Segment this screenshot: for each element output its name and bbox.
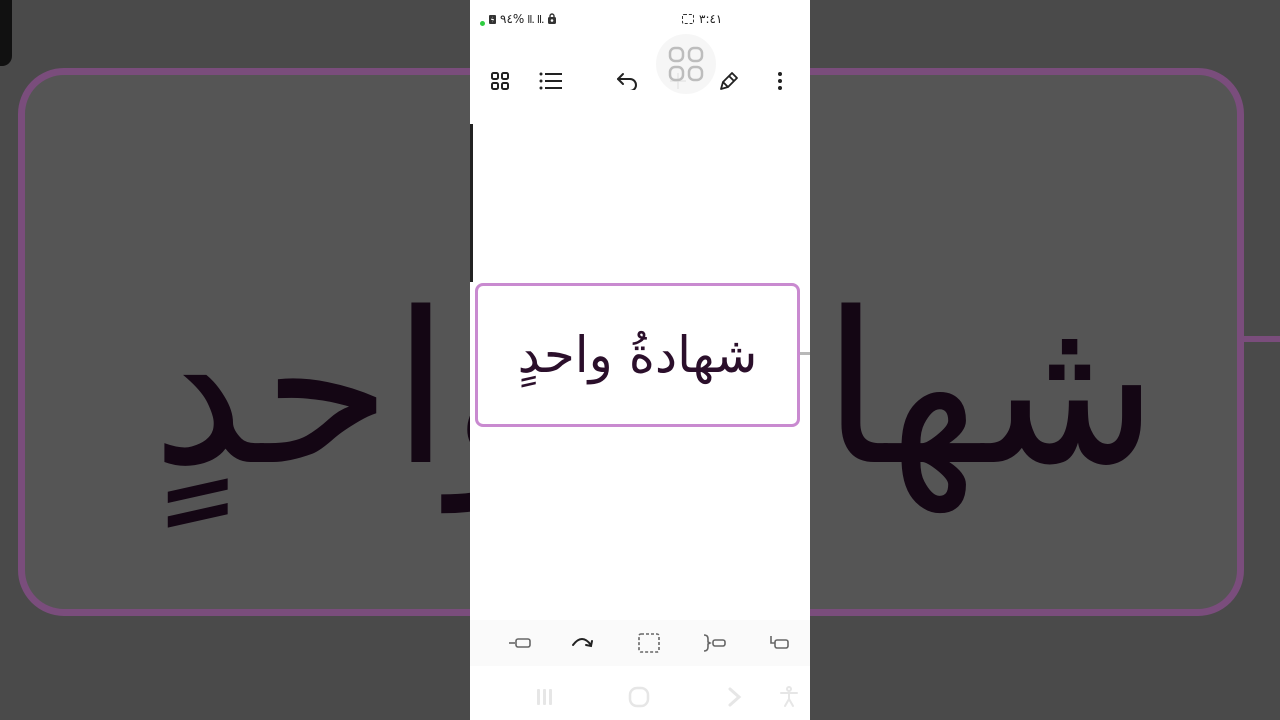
clock: ٣:٤١ — [699, 12, 723, 26]
more-icon — [778, 72, 782, 90]
signal-strength-2: ll. — [536, 12, 545, 26]
list-view-button[interactable] — [531, 56, 571, 106]
home-icon — [628, 686, 650, 708]
status-right-group: ٣:٤١ — [682, 12, 722, 26]
mindmap-node-text: شهادةُ واحدٍ — [517, 326, 758, 384]
list-view-icon — [539, 72, 562, 90]
recents-icon — [537, 689, 552, 705]
add-sibling-icon — [509, 638, 531, 648]
select-box-icon — [638, 633, 660, 653]
back-icon — [728, 687, 742, 707]
add-child-button[interactable] — [763, 628, 793, 658]
background-connector — [1240, 336, 1280, 342]
phone-screen: %٩٤ ll. ll. ٣:٤١ شهادةُ واحدٍ — [470, 0, 810, 720]
recents-button[interactable] — [529, 684, 559, 710]
screen-record-icon — [682, 14, 694, 24]
home-button[interactable] — [624, 684, 654, 710]
battery-percentage: %٩٤ — [500, 12, 525, 26]
status-bar: %٩٤ ll. ll. ٣:٤١ — [470, 0, 810, 40]
redo-curve-button[interactable] — [568, 628, 598, 658]
back-button[interactable] — [720, 684, 750, 710]
floating-app-grid-button[interactable] — [656, 34, 716, 94]
lock-icon — [547, 13, 556, 24]
node-connector-line — [800, 352, 810, 355]
background-corner — [0, 0, 12, 66]
status-left-group: %٩٤ ll. ll. — [480, 12, 557, 26]
more-options-button[interactable] — [760, 56, 800, 106]
undo-button[interactable] — [607, 56, 647, 106]
accessibility-button[interactable] — [774, 684, 804, 710]
bottom-toolbar — [470, 620, 810, 666]
canvas-edge — [470, 124, 473, 282]
select-box-button[interactable] — [634, 628, 664, 658]
signal-strength-1: ll. — [527, 12, 535, 26]
mindmap-node[interactable]: شهادةُ واحدٍ — [475, 283, 800, 427]
accessibility-icon — [780, 686, 798, 707]
grid-view-icon — [491, 72, 509, 90]
system-navigation-bar — [470, 672, 810, 720]
battery-saver-icon — [489, 14, 496, 24]
bracket-node-button[interactable] — [699, 628, 729, 658]
add-child-icon — [770, 636, 789, 649]
floating-grid-icon — [668, 46, 704, 82]
redo-curve-icon — [572, 638, 593, 648]
grid-view-button[interactable] — [480, 56, 520, 106]
add-sibling-button[interactable] — [505, 628, 535, 658]
top-toolbar — [470, 56, 810, 106]
privacy-indicator-dot — [480, 20, 485, 26]
bracket-node-icon — [703, 634, 726, 652]
undo-icon — [617, 73, 637, 90]
pen-icon — [720, 72, 738, 90]
